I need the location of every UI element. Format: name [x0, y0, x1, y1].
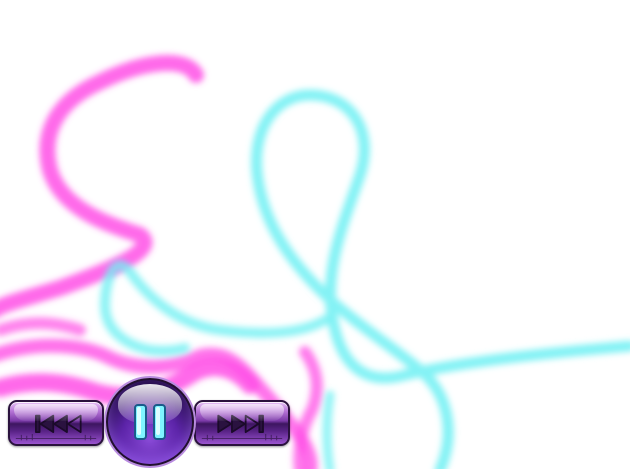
skip-forward-icon: [201, 414, 283, 441]
previous-track-button[interactable]: [8, 400, 104, 446]
play-pause-button[interactable]: [106, 378, 194, 466]
player-controls: [6, 376, 294, 468]
skip-back-icon: [15, 414, 97, 441]
media-player-window: [0, 0, 630, 469]
pause-icon: [134, 404, 166, 440]
next-track-button[interactable]: [194, 400, 290, 446]
